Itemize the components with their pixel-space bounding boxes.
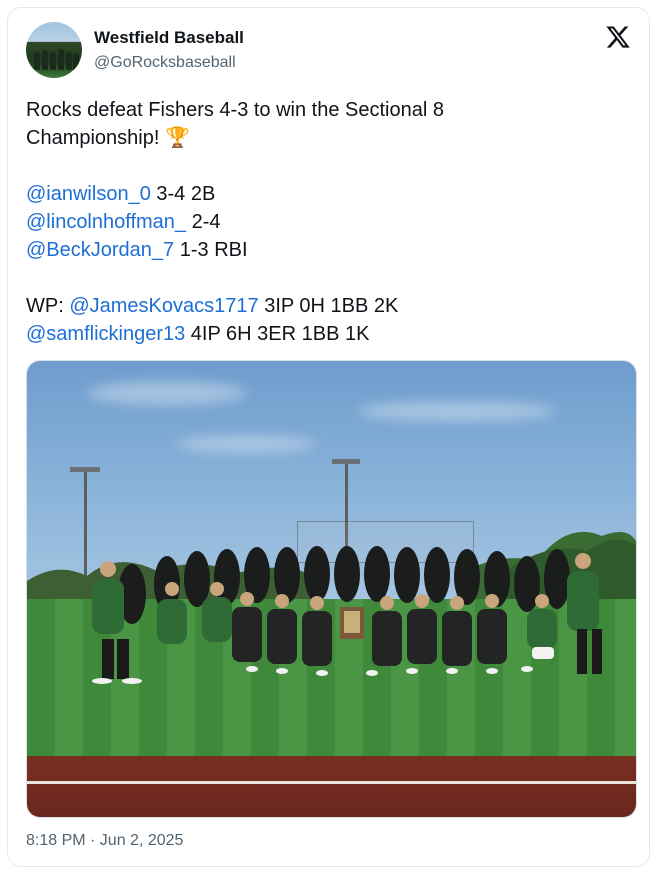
avatar-figure bbox=[42, 50, 48, 70]
mention-link[interactable]: @lincolnhoffman_ bbox=[26, 211, 186, 233]
tweet-card: Westfield Baseball @GoRocksbaseball Rock… bbox=[7, 7, 650, 867]
trophy-icon: 🏆 bbox=[164, 127, 190, 149]
mention-link[interactable]: @JamesKovacs1717 bbox=[69, 295, 258, 317]
light-bank bbox=[332, 459, 360, 464]
stat-line: @BeckJordan_7 1-3 RBI bbox=[26, 236, 626, 264]
tweet-text: Rocks defeat Fishers 4-3 to win the Sect… bbox=[26, 96, 626, 348]
pitching-line: @samflickinger13 4IP 6H 3ER 1BB 1K bbox=[26, 320, 626, 348]
foul-line bbox=[27, 781, 636, 784]
pitching-text: 4IP 6H 3ER 1BB 1K bbox=[185, 323, 370, 345]
x-logo-icon[interactable] bbox=[605, 24, 631, 50]
stat-text: 1-3 RBI bbox=[174, 239, 248, 261]
avatar-figure bbox=[73, 53, 79, 70]
stat-text: 2-4 bbox=[186, 211, 221, 233]
avatar-figure bbox=[50, 52, 56, 70]
pitching-line: WP: @JamesKovacs1717 3IP 0H 1BB 2K bbox=[26, 292, 626, 320]
team-group bbox=[92, 546, 602, 684]
pitching-prefix: WP: bbox=[26, 295, 70, 317]
user-handle[interactable]: @GoRocksbaseball bbox=[94, 54, 236, 72]
tweet-line-text: Championship! bbox=[26, 127, 160, 149]
mention-link[interactable]: @BeckJordan_7 bbox=[26, 239, 174, 261]
tweet-line: Championship! 🏆 bbox=[26, 124, 626, 152]
pitching-text: 3IP 0H 1BB 2K bbox=[258, 295, 399, 317]
display-name[interactable]: Westfield Baseball bbox=[94, 28, 244, 48]
photo-cloud bbox=[357, 401, 557, 421]
tweet-timestamp[interactable]: 8:18 PM · Jun 2, 2025 bbox=[26, 832, 183, 850]
stat-text: 3-4 2B bbox=[150, 183, 216, 205]
light-bank bbox=[70, 467, 100, 472]
avatar[interactable] bbox=[26, 22, 82, 78]
photo-cloud bbox=[87, 381, 247, 405]
tweet-line: Rocks defeat Fishers 4-3 to win the Sect… bbox=[26, 99, 444, 121]
stat-line: @ianwilson_0 3-4 2B bbox=[26, 180, 626, 208]
photo-cloud bbox=[177, 436, 317, 452]
avatar-figure bbox=[66, 52, 72, 70]
avatar-figure bbox=[58, 49, 64, 70]
stat-line: @lincolnhoffman_ 2-4 bbox=[26, 208, 626, 236]
avatar-figure bbox=[34, 52, 40, 70]
tweet-photo[interactable] bbox=[26, 360, 637, 818]
infield-dirt bbox=[27, 756, 636, 817]
mention-link[interactable]: @samflickinger13 bbox=[26, 323, 185, 345]
mention-link[interactable]: @ianwilson_0 bbox=[26, 183, 151, 205]
